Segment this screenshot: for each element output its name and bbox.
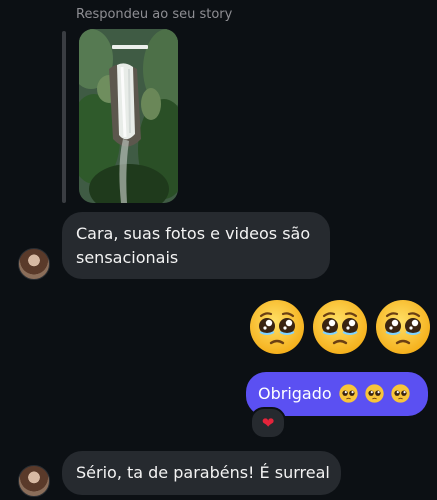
pleading-face-icon [313, 300, 367, 354]
incoming-message[interactable]: Cara, suas fotos e videos são sensaciona… [62, 212, 330, 279]
pleading-face-icon [365, 384, 384, 403]
story-reply-bar [62, 31, 66, 203]
emoji-message[interactable] [249, 299, 431, 355]
pleading-face-icon [339, 384, 358, 403]
pleading-face-icon [391, 384, 410, 403]
waterfall-photo [79, 29, 178, 203]
avatar[interactable] [18, 248, 50, 280]
incoming-message[interactable]: Sério, ta de parabéns! É surreal [62, 451, 341, 495]
avatar[interactable] [18, 465, 50, 497]
story-reply-note: Respondeu ao seu story [76, 7, 233, 22]
pleading-face-icon [376, 300, 430, 354]
story-thumbnail[interactable] [79, 29, 178, 203]
pleading-face-icon [250, 300, 304, 354]
incoming-message-text: Sério, ta de parabéns! É surreal [76, 463, 330, 482]
outgoing-message-text: Obrigado [258, 384, 332, 403]
incoming-message-text: Cara, suas fotos e videos são sensaciona… [76, 224, 311, 267]
story-caption-sticker [112, 45, 148, 49]
heart-icon: ❤ [261, 414, 275, 432]
heart-reaction[interactable]: ❤ [250, 407, 286, 439]
